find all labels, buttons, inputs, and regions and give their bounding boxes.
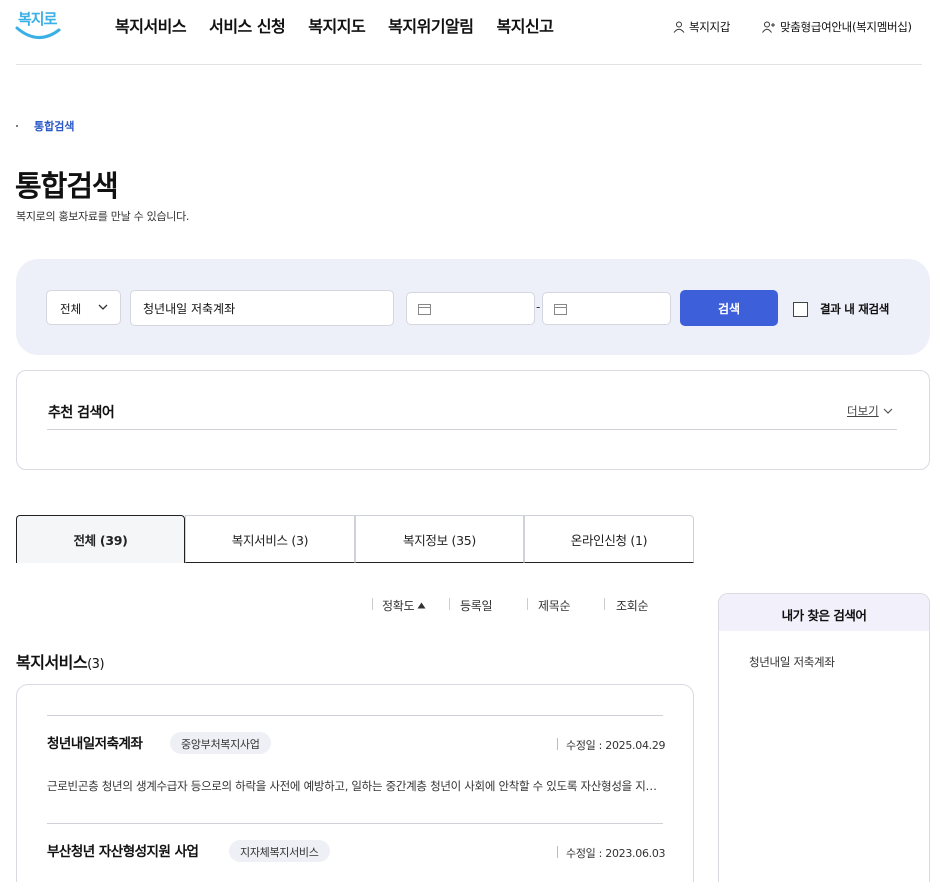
tab-welfare-service[interactable]: 복지서비스 (3): [185, 515, 355, 563]
result-date: 수정일 : 2023.06.03: [566, 847, 666, 860]
breadcrumb-current[interactable]: 통합검색: [34, 118, 74, 134]
result-title[interactable]: 청년내일저축계좌: [47, 732, 143, 752]
result-description: 근로빈곤층 청년의 생계수급자 등으로의 하락을 사전에 예방하고, 일하는 중…: [47, 779, 663, 793]
caret-up-icon: [417, 602, 426, 609]
tab-online-apply[interactable]: 온라인신청 (1): [524, 515, 694, 563]
date-divider: [557, 846, 558, 858]
section-title-text: 복지서비스: [16, 653, 88, 672]
wallet-link[interactable]: 복지지갑: [673, 19, 730, 35]
more-label: 더보기: [847, 404, 879, 418]
wallet-label: 복지지갑: [689, 20, 731, 34]
logo-smile-icon: [15, 26, 61, 39]
checkbox-box[interactable]: [793, 301, 808, 317]
recommend-box: [16, 370, 930, 470]
sort-date[interactable]: 등록일: [460, 597, 493, 614]
sort-divider: [527, 598, 528, 610]
nav-welfare-report[interactable]: 복지신고: [497, 13, 554, 37]
recommend-title: 추천 검색어: [48, 405, 115, 421]
membership-link[interactable]: 맞춤형급여안내(복지멤버십): [762, 19, 912, 35]
scope-select[interactable]: 전체: [46, 290, 121, 325]
chevron-down-icon: [98, 304, 108, 310]
breadcrumb: 통합검색: [16, 118, 74, 134]
chevron-down-icon: [883, 408, 893, 414]
tab-welfare-info[interactable]: 복지정보 (35): [355, 515, 524, 563]
main-nav: 복지서비스 서비스 신청 복지지도 복지위기알림 복지신고: [115, 13, 576, 37]
sort-divider: [449, 598, 450, 610]
history-item[interactable]: 청년내일 저축계좌: [749, 654, 835, 670]
result-divider: [47, 715, 663, 716]
section-title: 복지서비스(3): [16, 649, 105, 673]
calendar-icon: [554, 304, 567, 315]
sort-title[interactable]: 제목순: [538, 597, 571, 614]
breadcrumb-dot: [16, 125, 18, 127]
membership-label: 맞춤형급여안내(복지멤버십): [780, 20, 912, 34]
my-search-history: 내가 찾은 검색어 청년내일 저축계좌: [718, 593, 930, 882]
section-count: (3): [87, 657, 105, 672]
sort-accuracy[interactable]: 정확도: [382, 597, 426, 614]
sort-views[interactable]: 조회순: [616, 597, 649, 614]
search-button[interactable]: 검색: [680, 290, 778, 326]
calendar-icon: [418, 304, 431, 315]
logo[interactable]: 복지로: [14, 8, 62, 44]
recommend-divider: [47, 429, 897, 430]
page-description: 복지로의 홍보자료를 만날 수 있습니다.: [16, 210, 190, 223]
recommend-more-link[interactable]: 더보기: [847, 403, 893, 419]
sort-accuracy-label: 정확도: [382, 599, 415, 613]
result-tag: 지자체복지서비스: [229, 840, 330, 862]
header: 복지로 복지서비스 서비스 신청 복지지도 복지위기알림 복지신고 복지지갑 맞…: [0, 0, 938, 65]
nav-welfare-map[interactable]: 복지지도: [308, 13, 365, 37]
refine-search-checkbox[interactable]: 결과 내 재검색: [793, 301, 889, 317]
date-separator: -: [536, 300, 541, 314]
header-divider: [16, 64, 922, 65]
sort-divider: [604, 598, 605, 610]
history-title: 내가 찾은 검색어: [719, 594, 929, 631]
result-tag: 중앙부처복지사업: [170, 732, 271, 754]
result-tabs: 전체 (39) 복지서비스 (3) 복지정보 (35) 온라인신청 (1): [16, 515, 694, 563]
page-title: 통합검색: [15, 169, 119, 203]
nav-welfare-alert[interactable]: 복지위기알림: [388, 13, 474, 37]
sort-divider: [372, 598, 373, 610]
nav-service-apply[interactable]: 서비스 신청: [209, 13, 286, 37]
refine-search-label: 결과 내 재검색: [820, 302, 890, 316]
user-plus-icon: [762, 21, 775, 33]
result-title[interactable]: 부산청년 자산형성지원 사업: [47, 840, 199, 860]
user-icon: [673, 21, 685, 33]
result-date: 수정일 : 2025.04.29: [566, 739, 666, 752]
date-from-field[interactable]: [406, 292, 535, 325]
search-input[interactable]: [130, 290, 394, 326]
date-divider: [557, 738, 558, 750]
scope-select-value: 전체: [60, 302, 82, 316]
nav-welfare-service[interactable]: 복지서비스: [115, 13, 187, 37]
tab-all[interactable]: 전체 (39): [16, 515, 185, 563]
result-divider: [47, 823, 663, 824]
date-to-field[interactable]: [542, 292, 671, 325]
